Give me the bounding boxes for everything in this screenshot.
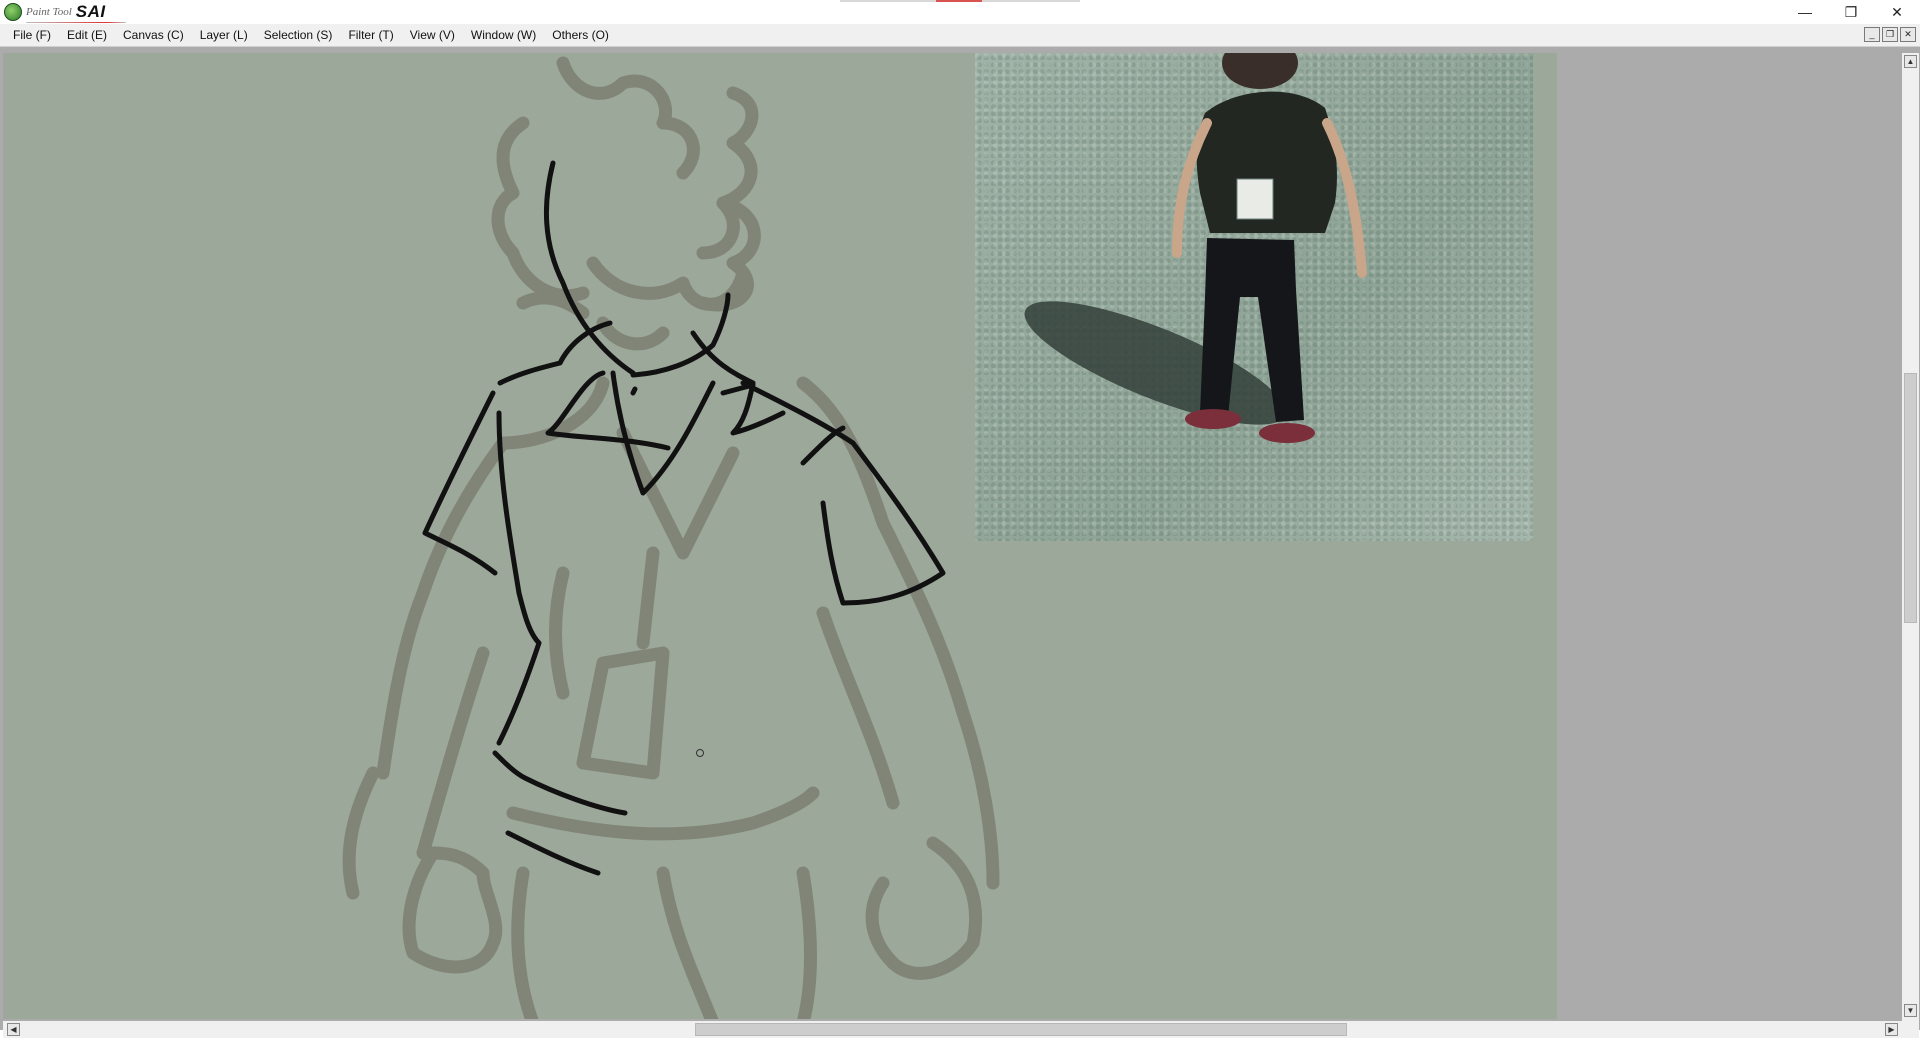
vertical-scroll-thumb[interactable] — [1904, 373, 1917, 623]
scroll-left-arrow-icon[interactable]: ◀ — [7, 1023, 20, 1036]
vertical-scrollbar[interactable]: ▲ ▼ — [1902, 53, 1919, 1021]
doc-close-button[interactable]: ✕ — [1900, 27, 1916, 42]
menu-view[interactable]: View (V) — [402, 24, 463, 46]
menu-window[interactable]: Window (W) — [463, 24, 544, 46]
document-window-controls: _ ❐ ✕ — [1864, 27, 1916, 42]
title-tab-strip — [840, 0, 1080, 2]
app-title-big: SAI — [75, 2, 106, 21]
figure-right-shoe — [1259, 423, 1315, 443]
menu-bar: File (F) Edit (E) Canvas (C) Layer (L) S… — [0, 24, 1920, 47]
close-button[interactable]: ✕ — [1874, 0, 1920, 24]
figure-left-shoe — [1185, 409, 1241, 429]
scroll-down-arrow-icon[interactable]: ▼ — [1904, 1004, 1917, 1017]
figure-badge — [1236, 178, 1274, 220]
menu-filter[interactable]: Filter (T) — [340, 24, 401, 46]
reference-figure — [1024, 53, 1367, 443]
menu-others[interactable]: Others (O) — [544, 24, 617, 46]
app-logo: Paint Tool SAI — [4, 2, 126, 23]
horizontal-scroll-thumb[interactable] — [695, 1023, 1347, 1036]
app-title-small: Paint Tool — [26, 6, 72, 18]
menu-selection[interactable]: Selection (S) — [256, 24, 341, 46]
scroll-right-arrow-icon[interactable]: ▶ — [1885, 1023, 1898, 1036]
minimize-button[interactable]: — — [1782, 0, 1828, 24]
scroll-up-arrow-icon[interactable]: ▲ — [1904, 55, 1917, 68]
doc-minimize-button[interactable]: _ — [1864, 27, 1880, 42]
menu-file[interactable]: File (F) — [5, 24, 59, 46]
menu-canvas[interactable]: Canvas (C) — [115, 24, 192, 46]
title-bar: Paint Tool SAI — ❐ ✕ — [0, 0, 1920, 24]
title-tab-active — [936, 0, 982, 2]
app-logo-icon — [4, 3, 22, 21]
menu-edit[interactable]: Edit (E) — [59, 24, 115, 46]
menu-layer[interactable]: Layer (L) — [192, 24, 256, 46]
reference-photo — [975, 53, 1533, 541]
logo-underline — [26, 22, 126, 23]
restore-button[interactable]: ❐ — [1828, 0, 1874, 24]
doc-restore-button[interactable]: ❐ — [1882, 27, 1898, 42]
figure-hair — [1222, 53, 1298, 89]
figure-shadow — [1024, 301, 1286, 425]
ink-lines — [422, 160, 946, 876]
horizontal-scrollbar[interactable]: ◀ ▶ — [3, 1021, 1902, 1038]
brush-cursor-icon — [696, 749, 704, 757]
scrollbar-corner — [1902, 1021, 1919, 1038]
